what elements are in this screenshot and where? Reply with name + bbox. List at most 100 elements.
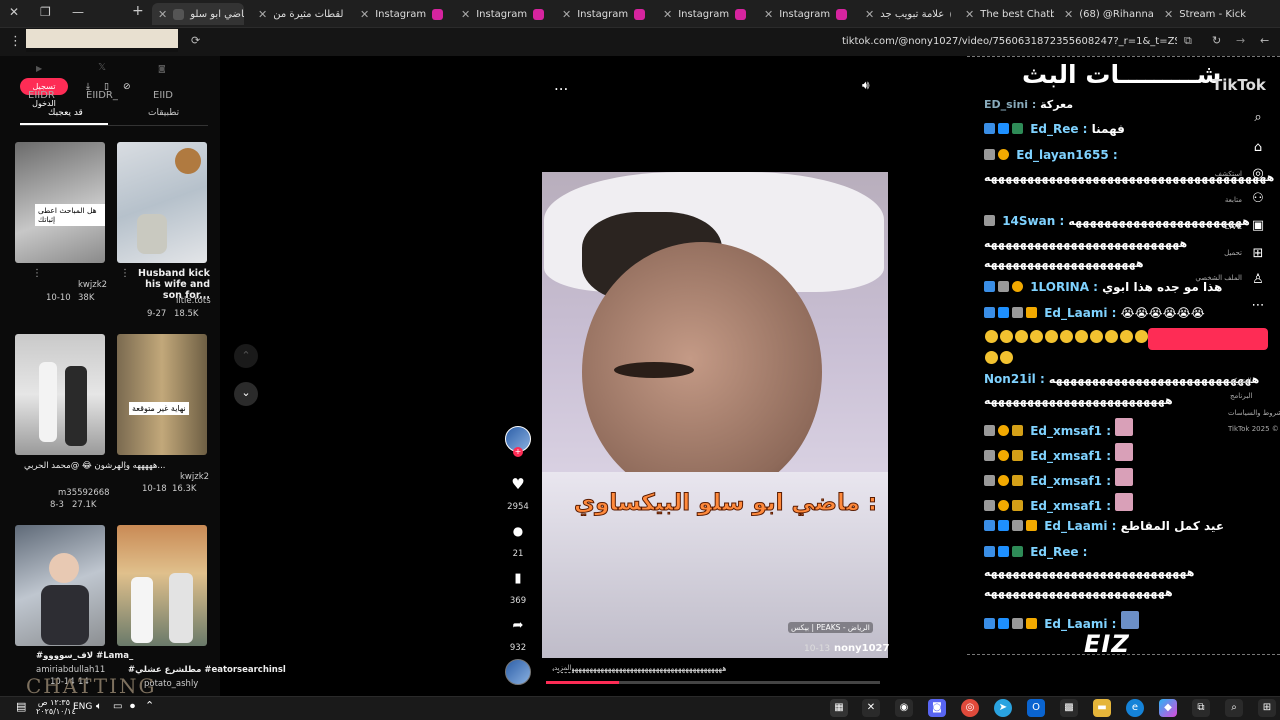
scroll-down-button[interactable]: ⌄ [234,382,258,406]
microphone-icon[interactable]: ⏺ [130,701,135,712]
tab-5[interactable]: ✕ Instagram [657,3,749,25]
footer-link[interactable]: البرنامج [1230,392,1280,400]
store-icon[interactable]: ▩ [1060,699,1078,717]
video-author[interactable]: nony1027 [834,643,889,654]
more-icon[interactable]: ⋮ [120,268,130,279]
music-disc[interactable] [505,659,531,685]
close-tab-icon[interactable]: ✕ [158,8,167,21]
video-author[interactable]: kwjzk2 [78,280,107,290]
video-thumb-5[interactable] [117,525,207,646]
outlook-icon[interactable]: O [1027,699,1045,717]
tab-3[interactable]: ✕ Instagram [455,3,547,25]
video-thumb-2[interactable] [15,334,105,455]
share-icon[interactable]: ⧉ [1184,34,1192,48]
copilot-icon[interactable]: ◆ [1159,699,1177,717]
tab-0[interactable]: ✕ ماضي ابو سلو [152,3,244,25]
forward-icon[interactable]: → [1236,34,1245,47]
minimize-window-icon[interactable]: — [72,5,84,19]
clock[interactable]: ١٢:٣٥ ص ٢٠٢٥/١٠/١٤ [36,698,76,716]
restore-window-icon[interactable]: ❐ [40,5,51,19]
close-tab-icon[interactable]: ✕ [764,8,773,21]
telegram-icon[interactable]: ➤ [994,699,1012,717]
home-icon[interactable]: ⌂ [1250,140,1266,156]
tab-4[interactable]: ✕ Instagram [556,3,648,25]
profile-icon[interactable]: ♙ [1250,272,1266,288]
tab-7[interactable]: ✕ علامة تبويب جد [859,3,951,25]
bookmark-icon[interactable]: ▮ [506,566,530,590]
live-icon[interactable]: ▣ [1250,218,1266,234]
video-author[interactable]: litle.tots [176,296,211,306]
video-thumb-4[interactable] [15,525,105,646]
nav-label[interactable]: LIVE [1200,222,1242,231]
tiktok-logo[interactable]: TikTok [1212,76,1266,94]
following-icon[interactable]: ⚇ [1250,191,1266,207]
nav-label[interactable]: الملف الشخصي [1190,274,1242,282]
close-tab-icon[interactable]: ✕ [965,8,974,21]
close-tab-icon[interactable]: ✕ [258,8,267,21]
close-window-icon[interactable]: ✕ [9,5,19,19]
more-icon[interactable]: ⋮ [120,461,130,472]
close-tab-icon[interactable]: ✕ [461,8,470,21]
share-icon[interactable]: ➦ [506,613,530,637]
tab-recommended[interactable]: قد يعجبك [48,108,83,118]
close-tab-icon[interactable]: ✕ [360,8,369,21]
footer-link[interactable]: الشروط والسياسات [1228,409,1280,417]
close-tab-icon[interactable]: ✕ [663,8,672,21]
search-icon[interactable]: ⌕ [1225,699,1243,717]
tab-apps[interactable]: تطبيقات [148,108,179,118]
explore-icon[interactable]: ◎ [1250,166,1266,182]
file-explorer-icon[interactable]: ▬ [1093,699,1111,717]
notifications-icon[interactable]: ▤ [16,700,26,713]
video-author[interactable]: m35592668 [58,488,110,498]
speaker-icon[interactable]: 🔈︎ [96,701,102,712]
comment-icon[interactable]: ● [506,519,530,543]
chevron-up-icon[interactable]: ⌃ [145,699,154,712]
url-field[interactable]: tiktok.com/@nony1027/video/7560631872355… [842,36,1177,47]
video-caption[interactable]: هههههه والهرشون 😂 @محمد الحربي... [24,461,165,471]
close-tab-icon[interactable]: ✕ [562,8,571,21]
video-thumb-3[interactable]: نهاية غير متوقعة [117,334,207,455]
new-tab-icon[interactable]: + [132,3,144,19]
tab-1[interactable]: ✕ لقطات مثيرة من [252,3,344,25]
app-icon[interactable]: ▦ [830,699,848,717]
refresh-icon[interactable]: ⟳ [191,34,200,47]
steam-icon[interactable]: ◉ [895,699,913,717]
tab-2[interactable]: ✕ Instagram [354,3,446,25]
compass-icon[interactable]: ⊘ [123,82,131,92]
tab-6[interactable]: ✕ Instagram [758,3,850,25]
volume-icon[interactable]: 🔊︎ [862,78,870,93]
app-icon[interactable]: ✕ [862,699,880,717]
network-icon[interactable]: ▭ [113,701,122,712]
nav-label[interactable]: تحميل [1200,249,1242,257]
start-icon[interactable]: ⊞ [1258,699,1276,717]
follow-plus-icon[interactable]: + [513,447,523,457]
nav-label[interactable]: متابعة [1200,196,1242,204]
like-icon[interactable]: ♥ [506,472,530,496]
video-frame[interactable]: ماضي ابو سلو البيكساوي : بيكس | PEAKS - … [542,172,888,658]
discord-icon[interactable]: ◙ [928,699,946,717]
tab-10[interactable]: ✕ Stream - Kick L [1158,3,1250,25]
task-view-icon[interactable]: ⧉ [1192,699,1210,717]
more-link[interactable]: المزيد [554,664,572,672]
scroll-up-button[interactable]: ⌃ [234,344,258,368]
video-thumb-1[interactable] [117,142,207,263]
reload-page-icon[interactable]: ↻ [1212,34,1221,47]
chrome-icon[interactable]: ◎ [961,699,979,717]
close-tab-icon[interactable]: ✕ [1064,8,1073,21]
back-icon[interactable]: ← [1260,34,1269,47]
location-tag[interactable]: بيكس | PEAKS - الرياض [788,622,873,633]
tab-9[interactable]: ✕ (68) @Rihanna [1058,3,1153,25]
upload-icon[interactable]: ⊞ [1250,246,1266,262]
close-tab-icon[interactable]: ✕ [865,8,874,21]
edge-icon[interactable]: e [1126,699,1144,717]
tab-8[interactable]: ✕ The best Chatb [959,3,1054,25]
close-tab-icon[interactable]: ✕ [1164,8,1173,21]
more-options-button[interactable]: ... [554,76,568,94]
menu-dots-icon[interactable]: ⋮ [9,34,22,49]
more-icon[interactable]: ⋯ [1250,298,1266,314]
video-author[interactable]: kwjzk2 [180,472,209,482]
video-caption[interactable]: #لاف_سوووو #Lama_ [36,651,133,661]
footer-link[interactable]: الشركة [1230,377,1280,385]
more-icon[interactable]: ⋮ [32,268,42,279]
language-indicator[interactable]: ENG [73,702,92,712]
